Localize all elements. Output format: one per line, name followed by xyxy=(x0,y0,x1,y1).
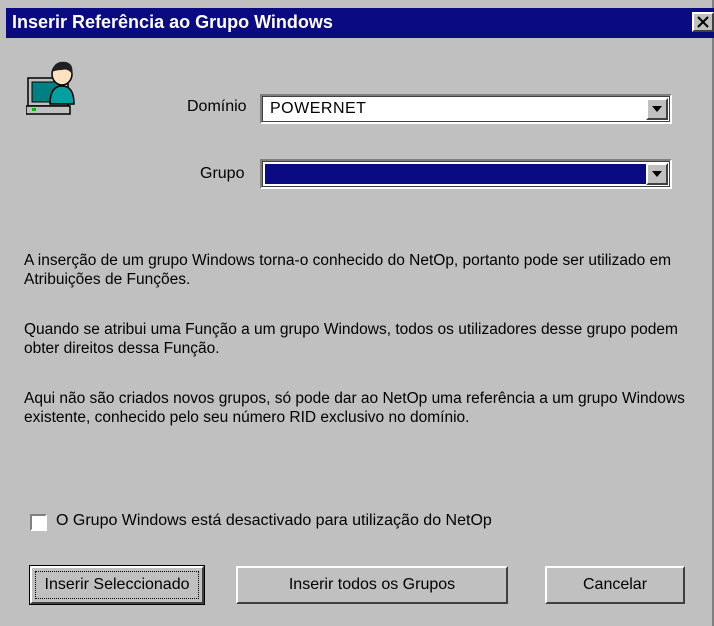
description-paragraph-2: Quando se atribui uma Função a um grupo … xyxy=(24,321,678,357)
domain-label: Domínio xyxy=(187,98,247,115)
chevron-down-icon xyxy=(652,171,662,177)
window-title: Inserir Referência ao Grupo Windows xyxy=(12,12,333,32)
insert-selected-button[interactable]: Inserir Seleccionado xyxy=(29,565,205,605)
close-icon xyxy=(697,16,709,28)
group-combobox[interactable] xyxy=(260,159,672,189)
domain-value: POWERNET xyxy=(270,100,367,117)
group-value xyxy=(265,164,646,184)
description-paragraph-3: Aqui não são criados novos grupos, só po… xyxy=(24,390,685,426)
title-bar[interactable]: Inserir Referência ao Grupo Windows xyxy=(6,8,714,38)
close-button[interactable] xyxy=(692,12,714,32)
chevron-down-icon xyxy=(652,106,662,112)
insert-all-button[interactable]: Inserir todos os Grupos xyxy=(236,566,508,604)
group-label: Grupo xyxy=(200,165,245,182)
disabled-checkbox-label[interactable]: O Grupo Windows está desactivado para ut… xyxy=(56,512,492,530)
group-dropdown-button[interactable] xyxy=(646,163,668,185)
description-paragraph-1: A inserção de um grupo Windows torna-o c… xyxy=(24,252,672,288)
domain-dropdown-button[interactable] xyxy=(646,98,668,120)
focus-rectangle xyxy=(35,571,199,599)
user-computer-icon xyxy=(25,58,86,118)
cancel-label: Cancelar xyxy=(582,576,648,593)
cancel-button[interactable]: Cancelar xyxy=(545,566,685,604)
domain-combobox[interactable]: POWERNET xyxy=(260,94,672,124)
insert-all-label: Inserir todos os Grupos xyxy=(288,576,456,593)
disabled-checkbox[interactable] xyxy=(30,514,47,531)
dialog-window: Inserir Referência ao Grupo Windows Domí… xyxy=(0,0,714,626)
